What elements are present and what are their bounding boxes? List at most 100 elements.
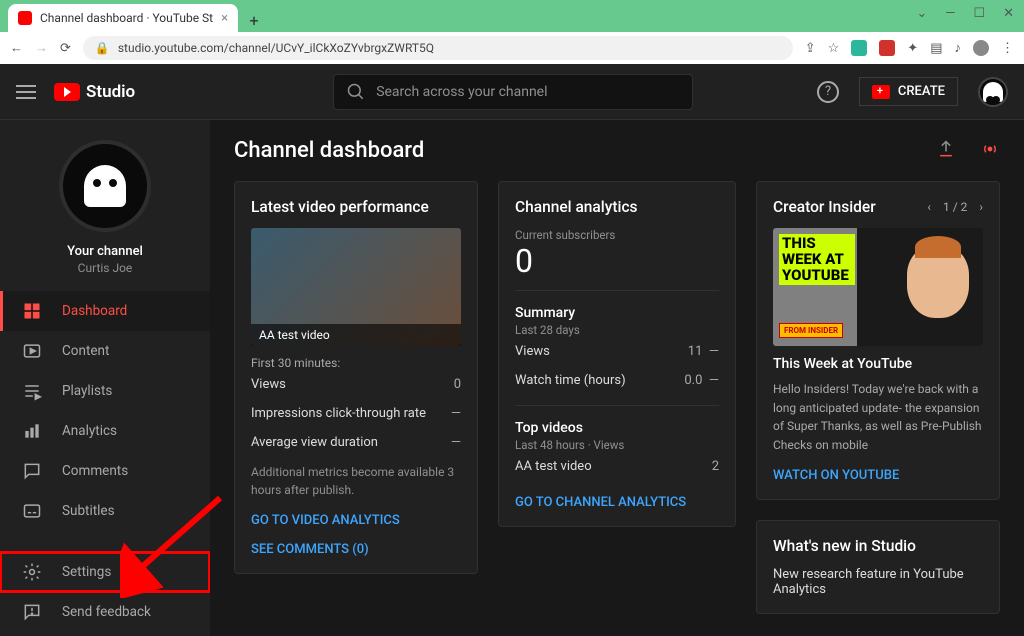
metrics-note: Additional metrics become available 3 ho… bbox=[251, 463, 461, 499]
sidebar-item-settings[interactable]: Settings bbox=[0, 552, 210, 592]
upload-icon[interactable] bbox=[936, 139, 956, 163]
insider-desc: Hello Insiders! Today we're back with a … bbox=[773, 380, 983, 454]
extension-icon[interactable] bbox=[879, 40, 895, 56]
extension-icon[interactable] bbox=[851, 40, 867, 56]
create-button[interactable]: CREATE bbox=[859, 77, 958, 106]
help-icon[interactable]: ? bbox=[817, 81, 839, 103]
top-videos-heading: Top videos bbox=[515, 420, 719, 436]
insider-title: This Week at YouTube bbox=[773, 356, 983, 372]
search-input[interactable]: Search across your channel bbox=[333, 74, 693, 110]
metric-value: — bbox=[451, 435, 461, 450]
sidebar-item-dashboard[interactable]: Dashboard bbox=[0, 291, 210, 331]
metric-value: 0.0 bbox=[684, 373, 702, 388]
account-avatar[interactable] bbox=[978, 77, 1008, 107]
channel-name: Curtis Joe bbox=[78, 261, 133, 275]
maximize-icon[interactable]: ☐ bbox=[973, 6, 985, 21]
top-video-value: 2 bbox=[712, 459, 719, 474]
card-heading: Channel analytics bbox=[515, 198, 719, 216]
sidebar-item-subtitles[interactable]: Subtitles bbox=[0, 491, 210, 531]
back-icon[interactable]: ← bbox=[10, 40, 23, 56]
top-video-title: AA test video bbox=[515, 459, 592, 474]
new-tab-button[interactable]: + bbox=[242, 8, 266, 32]
video-analytics-link[interactable]: GO TO VIDEO ANALYTICS bbox=[251, 513, 461, 528]
reload-icon[interactable]: ⟳ bbox=[60, 41, 71, 56]
go-live-icon[interactable] bbox=[980, 139, 1000, 163]
metric-label: Watch time (hours) bbox=[515, 373, 626, 388]
chevron-right-icon[interactable]: › bbox=[979, 200, 983, 214]
metric-value: 11 bbox=[688, 344, 703, 359]
channel-header: Your channel Curtis Joe bbox=[0, 132, 210, 291]
media-icon[interactable]: ♪ bbox=[955, 40, 962, 56]
tab-strip: Channel dashboard · YouTube St × + bbox=[0, 0, 1024, 32]
whats-new-item: New research feature in YouTube Analytic… bbox=[773, 567, 983, 597]
metric-label: Average view duration bbox=[251, 435, 378, 450]
sidebar-item-label: Subtitles bbox=[62, 503, 115, 519]
sidebar-item-label: Playlists bbox=[62, 383, 112, 399]
sidebar-item-feedback[interactable]: Send feedback bbox=[0, 592, 210, 632]
pager-text: 1 / 2 bbox=[943, 200, 967, 214]
topbar: Studio Search across your channel ? CREA… bbox=[0, 64, 1024, 120]
brand-text: Studio bbox=[86, 82, 135, 102]
metric-delta: — bbox=[709, 373, 719, 388]
insider-thumbnail[interactable]: THIS WEEK AT YOUTUBE FROM INSIDER bbox=[773, 228, 983, 346]
metric-label: Impressions click-through rate bbox=[251, 406, 426, 421]
metric-label: Views bbox=[515, 344, 550, 359]
thumb-headline: THIS WEEK AT YOUTUBE bbox=[779, 234, 855, 285]
see-comments-link[interactable]: SEE COMMENTS (0) bbox=[251, 542, 461, 557]
card-heading: Creator Insider bbox=[773, 198, 876, 216]
youtube-play-icon bbox=[54, 83, 80, 101]
playlists-icon bbox=[22, 381, 42, 401]
star-icon[interactable]: ☆ bbox=[828, 41, 840, 56]
browser-tab[interactable]: Channel dashboard · YouTube St × bbox=[8, 4, 238, 32]
puzzle-icon[interactable]: ✦ bbox=[907, 41, 918, 56]
minimize-icon[interactable]: — bbox=[945, 6, 955, 21]
create-label: CREATE bbox=[898, 84, 945, 99]
main-content: Channel dashboard Latest video performan… bbox=[210, 120, 1024, 636]
dashboard-icon bbox=[22, 301, 42, 321]
profile-avatar-icon[interactable] bbox=[973, 40, 989, 56]
first30-label: First 30 minutes: bbox=[251, 356, 461, 370]
chevron-down-icon[interactable]: ⌄ bbox=[916, 6, 927, 21]
sidebar-item-content[interactable]: Content bbox=[0, 331, 210, 371]
hamburger-icon[interactable] bbox=[16, 85, 36, 99]
chevron-left-icon[interactable]: ‹ bbox=[927, 200, 931, 214]
analytics-icon bbox=[22, 421, 42, 441]
metric-value: 0 bbox=[454, 377, 461, 392]
video-thumbnail[interactable]: AA test video bbox=[251, 228, 461, 346]
metric-delta: — bbox=[709, 344, 719, 359]
metric-value: — bbox=[451, 406, 461, 421]
subs-label: Current subscribers bbox=[515, 228, 719, 242]
channel-analytics-card: Channel analytics Current subscribers 0 … bbox=[498, 181, 736, 527]
sidebar-item-label: Dashboard bbox=[62, 303, 127, 319]
forward-icon[interactable]: → bbox=[35, 40, 48, 56]
create-icon bbox=[872, 85, 890, 99]
share-icon[interactable]: ⇪ bbox=[805, 41, 816, 56]
close-icon[interactable]: × bbox=[221, 11, 228, 26]
watch-on-youtube-link[interactable]: WATCH ON YOUTUBE bbox=[773, 468, 983, 483]
whats-new-card: What's new in Studio New research featur… bbox=[756, 520, 1000, 614]
close-window-icon[interactable]: ✕ bbox=[1003, 6, 1014, 21]
top-videos-sub: Last 48 hours · Views bbox=[515, 438, 719, 452]
url-text: studio.youtube.com/channel/UCvY_ilCkXoZY… bbox=[118, 41, 434, 55]
sidebar-item-playlists[interactable]: Playlists bbox=[0, 371, 210, 411]
studio-logo[interactable]: Studio bbox=[54, 82, 135, 102]
face-icon bbox=[907, 246, 969, 318]
address-bar: ← → ⟳ 🔒 studio.youtube.com/channel/UCvY_… bbox=[0, 32, 1024, 64]
gear-icon bbox=[22, 562, 42, 582]
channel-avatar[interactable] bbox=[59, 140, 151, 232]
sidebar-item-comments[interactable]: Comments bbox=[0, 451, 210, 491]
url-field[interactable]: 🔒 studio.youtube.com/channel/UCvY_ilCkXo… bbox=[83, 36, 793, 60]
feedback-icon bbox=[22, 602, 42, 622]
latest-video-card: Latest video performance AA test video F… bbox=[234, 181, 478, 574]
subs-value: 0 bbox=[515, 242, 719, 280]
sidebar-item-label: Settings bbox=[62, 564, 111, 580]
subtitles-icon bbox=[22, 501, 42, 521]
sidebar-item-analytics[interactable]: Analytics bbox=[0, 411, 210, 451]
android-icon bbox=[84, 165, 126, 207]
channel-analytics-link[interactable]: GO TO CHANNEL ANALYTICS bbox=[515, 495, 719, 510]
sidebar-item-label: Analytics bbox=[62, 423, 117, 439]
sidebar-item-label: Comments bbox=[62, 463, 128, 479]
lock-icon: 🔒 bbox=[95, 41, 110, 55]
kebab-icon[interactable]: ⋮ bbox=[1001, 41, 1014, 56]
reader-icon[interactable]: ▤ bbox=[930, 41, 942, 56]
